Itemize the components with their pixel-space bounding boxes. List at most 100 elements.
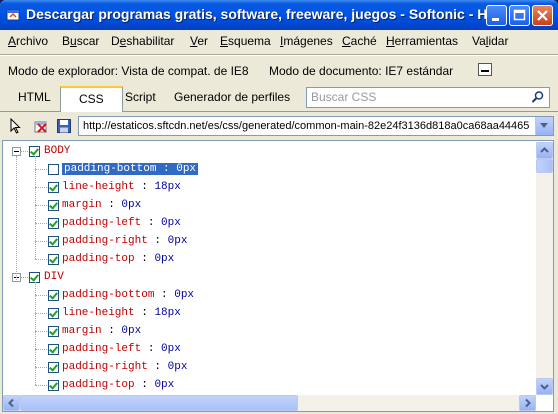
search-input[interactable]	[311, 90, 521, 104]
property-declaration: padding-bottom : 0px	[62, 289, 194, 301]
menu-archivo[interactable]: Archivo	[8, 34, 48, 48]
property-value[interactable]: 0px	[121, 325, 141, 337]
save-icon[interactable]	[56, 118, 72, 134]
property-value[interactable]: 0px	[176, 163, 196, 175]
menu-label-pre: D	[111, 34, 120, 48]
menu-buscar[interactable]: Buscar	[62, 34, 99, 48]
select-element-cursor-icon[interactable]	[8, 118, 24, 134]
close-button[interactable]	[532, 5, 553, 26]
scroll-down-button[interactable]	[536, 378, 553, 395]
tree-connector	[35, 385, 47, 387]
css-property-row[interactable]: margin : 0px	[62, 196, 141, 214]
css-property-row[interactable]: padding-top : 0px	[62, 250, 174, 268]
property-value[interactable]: 0px	[121, 199, 141, 211]
tree-connector	[21, 277, 28, 279]
property-name[interactable]: padding-top	[62, 253, 135, 265]
clear-rules-icon[interactable]	[33, 118, 49, 134]
horizontal-scroll-thumb[interactable]	[20, 395, 298, 411]
property-value[interactable]: 18px	[154, 307, 180, 319]
property-checkbox[interactable]	[48, 218, 59, 229]
property-checkbox[interactable]	[48, 308, 59, 319]
property-checkbox[interactable]	[48, 326, 59, 337]
vertical-scroll-thumb[interactable]	[536, 159, 553, 173]
property-colon: :	[134, 181, 155, 193]
menu-ver[interactable]: Ver	[190, 34, 208, 48]
menu-herramientas[interactable]: Herramientas	[386, 34, 458, 48]
title-bar[interactable]: Descargar programas gratis, software, fr…	[0, 0, 558, 30]
tab-profiler[interactable]: Generador de perfiles	[174, 90, 290, 104]
property-checkbox[interactable]	[48, 380, 59, 391]
property-checkbox[interactable]	[48, 254, 59, 265]
property-value[interactable]: 18px	[154, 181, 180, 193]
menu-accel: u	[70, 34, 77, 48]
property-value[interactable]: 0px	[168, 235, 188, 247]
css-property-row[interactable]: margin : 0px	[62, 322, 141, 340]
chevron-down-icon	[540, 384, 549, 390]
css-rule[interactable]: DIV	[44, 268, 64, 286]
menu-deshabilitar[interactable]: Deshabilitar	[111, 34, 174, 48]
css-property-row[interactable]: padding-right : 0px	[62, 358, 187, 376]
menu-cache[interactable]: Caché	[342, 34, 377, 48]
property-value[interactable]: 0px	[154, 253, 174, 265]
maximize-button[interactable]	[509, 5, 530, 26]
minimize-panel-icon[interactable]	[478, 63, 492, 76]
property-colon: :	[134, 307, 155, 319]
browser-mode-menu[interactable]: Modo de explorador: Vista de compat. de …	[8, 64, 249, 78]
css-property-row[interactable]: padding-bottom : 0px	[62, 160, 199, 178]
property-name[interactable]: padding-left	[62, 217, 141, 229]
property-name[interactable]: padding-bottom	[62, 289, 154, 301]
css-property-row[interactable]: padding-left : 0px	[62, 340, 181, 358]
tab-css[interactable]: CSS	[60, 86, 123, 112]
tab-html[interactable]: HTML	[18, 90, 51, 104]
property-checkbox[interactable]	[48, 182, 59, 193]
css-property-row[interactable]: line-height : 18px	[62, 304, 181, 322]
property-checkbox[interactable]	[48, 344, 59, 355]
property-checkbox[interactable]	[48, 290, 59, 301]
css-property-row[interactable]: padding-left : 0px	[62, 214, 181, 232]
property-name[interactable]: padding-right	[62, 361, 148, 373]
tree-connector	[16, 156, 18, 282]
scroll-up-button[interactable]	[536, 142, 553, 159]
property-value[interactable]: 0px	[168, 361, 188, 373]
property-name[interactable]: line-height	[62, 307, 135, 319]
scroll-left-button[interactable]	[3, 395, 20, 411]
css-property-row[interactable]: padding-top : 0px	[62, 376, 174, 394]
property-declaration: padding-right : 0px	[62, 361, 187, 373]
property-name[interactable]: padding-bottom	[64, 163, 156, 175]
property-name[interactable]: padding-left	[62, 343, 141, 355]
stylesheet-selector[interactable]: http://estaticos.sftcdn.net/es/css/gener…	[78, 116, 554, 136]
property-value[interactable]: 0px	[161, 217, 181, 229]
property-name[interactable]: margin	[62, 199, 102, 211]
property-checkbox[interactable]	[48, 236, 59, 247]
menu-validar[interactable]: Validar	[472, 34, 508, 48]
css-property-row[interactable]: line-height : 18px	[62, 178, 181, 196]
property-value[interactable]: 0px	[161, 343, 181, 355]
property-checkbox[interactable]	[48, 362, 59, 373]
css-rule[interactable]: BODY	[44, 142, 70, 160]
menu-accel: A	[8, 34, 17, 48]
vertical-scrollbar[interactable]	[536, 142, 553, 395]
property-name[interactable]: padding-right	[62, 235, 148, 247]
horizontal-scrollbar[interactable]	[3, 395, 536, 411]
property-value[interactable]: 0px	[154, 379, 174, 391]
property-checkbox[interactable]	[48, 200, 59, 211]
menu-imagenes[interactable]: Imágenes	[280, 34, 333, 48]
property-checkbox[interactable]	[48, 164, 59, 175]
property-name[interactable]: padding-top	[62, 379, 135, 391]
minimize-icon	[492, 18, 499, 21]
menu-label-post: squema	[228, 34, 271, 48]
document-mode-menu[interactable]: Modo de documento: IE7 estándar	[269, 64, 453, 78]
search-icon[interactable]	[531, 90, 545, 104]
chevron-down-icon[interactable]	[535, 117, 553, 135]
css-property-row[interactable]: padding-right : 0px	[62, 232, 187, 250]
minimize-button[interactable]	[486, 5, 507, 26]
css-property-row[interactable]: padding-bottom : 0px	[62, 286, 194, 304]
expand-collapse-icon[interactable]	[12, 147, 21, 156]
property-name[interactable]: line-height	[62, 181, 135, 193]
property-name[interactable]: margin	[62, 325, 102, 337]
property-colon: :	[101, 199, 122, 211]
menu-esquema[interactable]: Esquema	[220, 34, 271, 48]
property-value[interactable]: 0px	[174, 289, 194, 301]
scroll-right-button[interactable]	[519, 395, 536, 411]
tab-script[interactable]: Script	[125, 90, 156, 104]
